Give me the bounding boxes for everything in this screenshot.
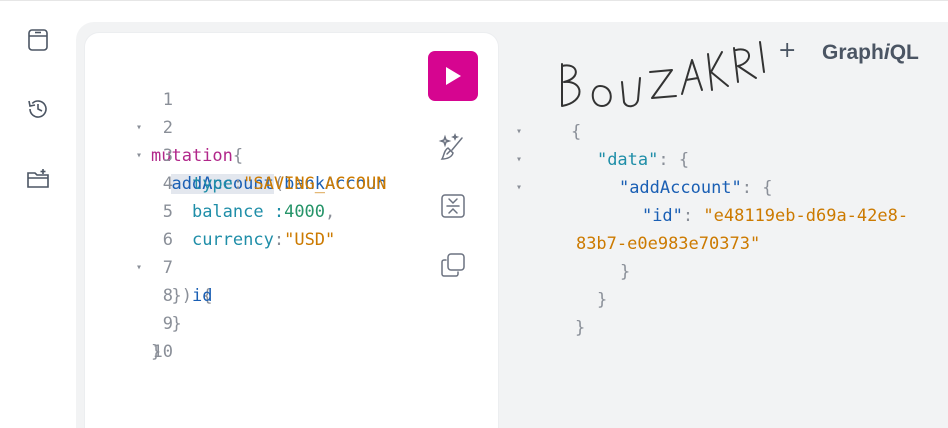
line-number: 2	[162, 118, 173, 138]
result-line: ▾ "data": {	[510, 118, 689, 170]
graphiql-logo: GraphiQL	[822, 41, 919, 65]
merge-icon	[441, 194, 465, 218]
line-number: 9	[162, 314, 173, 334]
line-number: 3	[162, 146, 173, 166]
line-number: 7	[162, 258, 173, 278]
line-number: 1	[162, 90, 173, 110]
result-line: }	[534, 286, 585, 338]
line-number: 6	[162, 230, 173, 250]
currency-key: currency	[191, 230, 274, 250]
code-line: 4 balance :4000,	[96, 142, 336, 222]
code-line: 1 ▾ mutation{	[96, 58, 243, 166]
play-icon	[446, 67, 461, 85]
history-icon[interactable]	[24, 95, 52, 123]
balance-key: balance :	[191, 202, 285, 222]
line-number: 8	[162, 286, 173, 306]
colon: :	[273, 230, 285, 250]
result-line: }	[556, 258, 607, 310]
brace: {	[232, 146, 244, 166]
code-line: 2 ▾ addAccount(bankAccoun	[96, 86, 386, 194]
code-line: 7 id	[96, 226, 213, 306]
result-line: 83b7-e0e983e70373"	[535, 202, 760, 254]
result-line: ▾{	[510, 90, 581, 142]
run-query-button[interactable]	[428, 51, 478, 101]
prettify-icon	[438, 132, 463, 160]
line-number: 10	[152, 342, 173, 362]
add-tab-button[interactable]: +	[778, 38, 796, 63]
close-brace: }	[596, 290, 608, 310]
comma: ,	[325, 202, 336, 222]
code-line: 10	[96, 310, 172, 362]
result-line: ▾ "addAccount": {	[510, 146, 773, 198]
brand-suffix: QL	[889, 41, 919, 64]
result-line: }	[579, 230, 630, 282]
top-border	[0, 0, 948, 1]
code-line: 5 currency:"USD"	[96, 170, 336, 250]
code-line: 3 type:"SAVING_ACCOUN	[96, 114, 387, 194]
handwritten-signature	[561, 41, 765, 108]
folder-add-icon[interactable]	[24, 165, 52, 193]
document-icon[interactable]	[24, 26, 52, 54]
copy-query-button[interactable]	[437, 249, 469, 281]
line-number: 4	[162, 174, 173, 194]
code-line: 9 }	[96, 282, 173, 362]
result-line: "id": "e48119eb-d69a-42e8-	[601, 174, 908, 226]
sidebar	[0, 1, 76, 428]
field-id: id	[191, 286, 213, 306]
prettify-button[interactable]	[437, 131, 469, 163]
merge-fragments-button[interactable]	[437, 190, 469, 222]
close-brace: }	[171, 314, 182, 334]
close-brace: }	[574, 318, 586, 338]
type-value: "SAVING_ACCOUN	[243, 174, 387, 194]
type-key: type	[191, 174, 233, 194]
currency-value: "USD"	[284, 230, 336, 250]
code-line: 6 ▾ }) {	[96, 198, 212, 306]
close-brace: }	[619, 262, 631, 282]
copy-icon	[441, 253, 465, 277]
colon: :	[232, 174, 244, 194]
line-number: 5	[162, 202, 173, 222]
balance-value: 4000	[284, 202, 326, 222]
fold-arrow[interactable]: ▾	[516, 174, 522, 202]
code-line: 8 }	[96, 254, 182, 334]
brand-prefix: Graph	[822, 41, 884, 64]
